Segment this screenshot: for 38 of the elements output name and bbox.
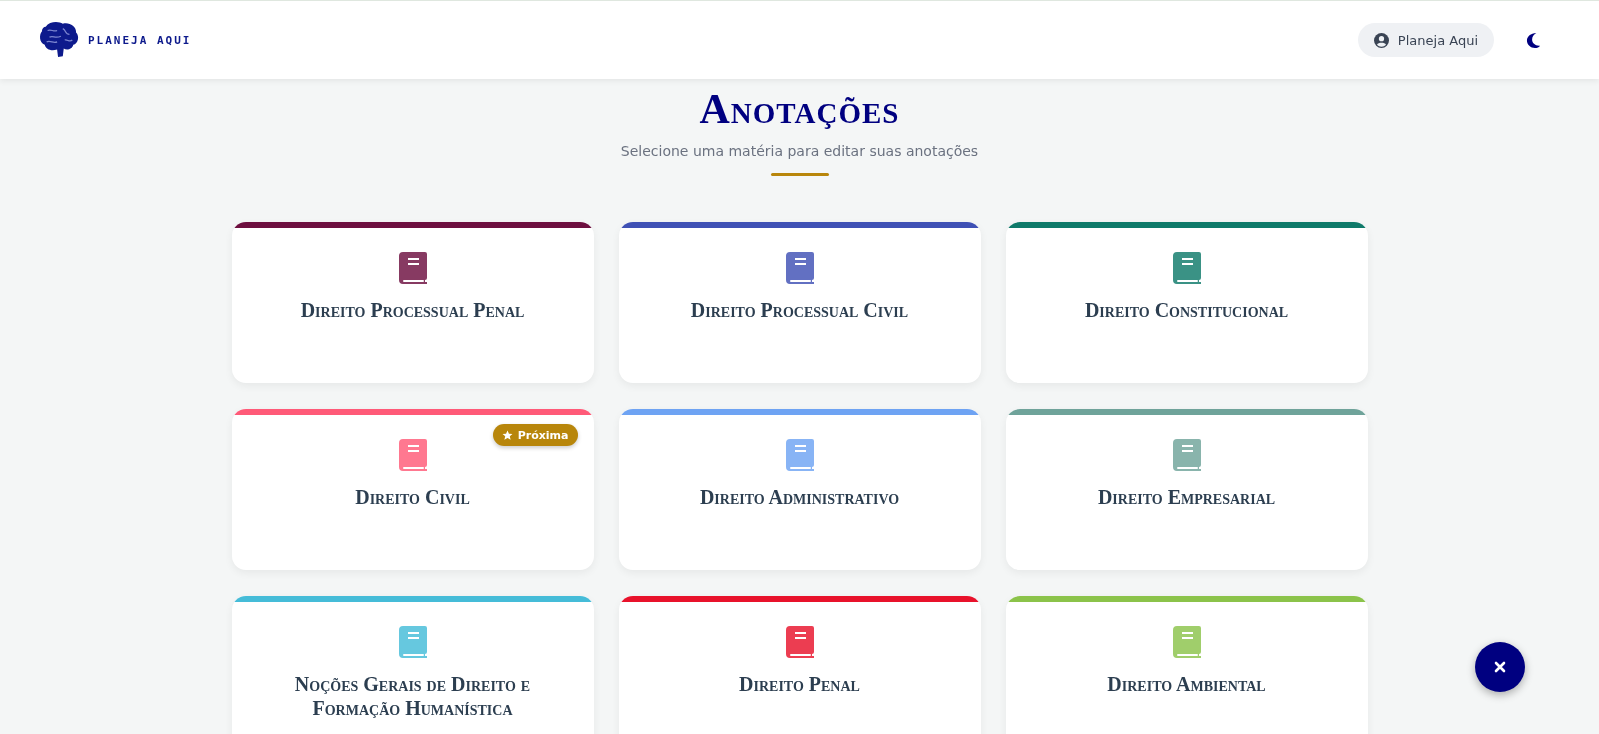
subject-card[interactable]: Noções Gerais de Direito e Formação Humanística bbox=[231, 596, 594, 734]
subject-card[interactable]: Direito Processual Civil bbox=[618, 222, 981, 383]
subject-name: Direito Civil bbox=[355, 485, 470, 509]
subject-name: Direito Administrativo bbox=[699, 485, 900, 509]
moon-icon[interactable] bbox=[1526, 31, 1541, 49]
logo-text[interactable]: PLANEJA AQUI bbox=[88, 33, 192, 47]
subject-card[interactable]: Direito Ambiental bbox=[1005, 596, 1368, 734]
subject-name: Direito Processual Civil bbox=[690, 298, 909, 322]
subject-name: Direito Constitucional bbox=[1084, 298, 1289, 322]
book-icon bbox=[785, 439, 814, 471]
close-button[interactable] bbox=[1475, 642, 1525, 692]
user-icon bbox=[1373, 32, 1389, 48]
book-icon bbox=[398, 252, 427, 284]
subject-card[interactable]: Direito Administrativo bbox=[618, 409, 981, 570]
subject-card[interactable]: Direito Empresarial bbox=[1005, 409, 1368, 570]
page-title: Anotações bbox=[699, 85, 900, 133]
book-icon bbox=[785, 626, 814, 658]
subject-card[interactable]: Próxima Direito Civil bbox=[231, 409, 594, 570]
badge-label: Próxima bbox=[517, 428, 569, 442]
subject-name: Noções Gerais de Direito e Formação Humanística bbox=[293, 672, 532, 720]
book-icon bbox=[1172, 439, 1201, 471]
subject-name: Direito Ambiental bbox=[1107, 672, 1266, 696]
book-icon bbox=[1172, 626, 1201, 658]
subject-name: Direito Penal bbox=[739, 672, 860, 696]
close-icon bbox=[1494, 661, 1506, 673]
subject-card[interactable]: Direito Penal bbox=[618, 596, 981, 734]
book-icon bbox=[398, 439, 427, 471]
book-icon bbox=[785, 252, 814, 284]
brain-icon bbox=[38, 21, 80, 59]
book-icon bbox=[1172, 252, 1201, 284]
subject-card[interactable]: Direito Constitucional bbox=[1005, 222, 1368, 383]
subject-name: Direito Processual Penal bbox=[300, 298, 525, 322]
star-icon bbox=[501, 429, 513, 441]
page-subtitle: Selecione uma matéria para editar suas anotações bbox=[620, 143, 979, 159]
subject-card[interactable]: Direito Processual Penal bbox=[231, 222, 594, 383]
subject-name: Direito Empresarial bbox=[1097, 485, 1276, 509]
user-button[interactable]: Planeja Aqui bbox=[1357, 23, 1494, 57]
book-icon bbox=[398, 626, 427, 658]
